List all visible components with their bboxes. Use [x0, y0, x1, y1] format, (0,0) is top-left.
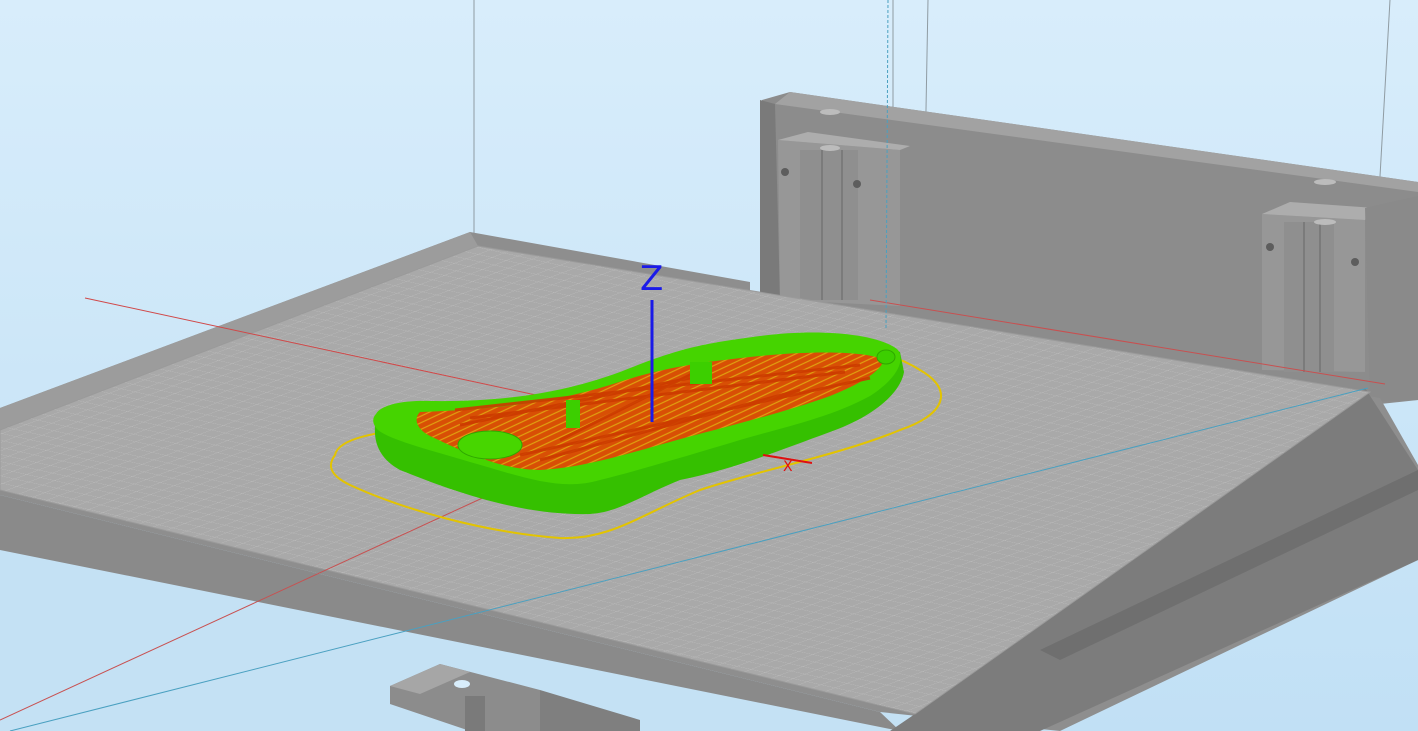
x-axis-label: X	[783, 459, 793, 475]
z-axis-label: Z	[640, 259, 663, 299]
3d-print-preview-viewport[interactable]: Z X	[0, 0, 1418, 731]
